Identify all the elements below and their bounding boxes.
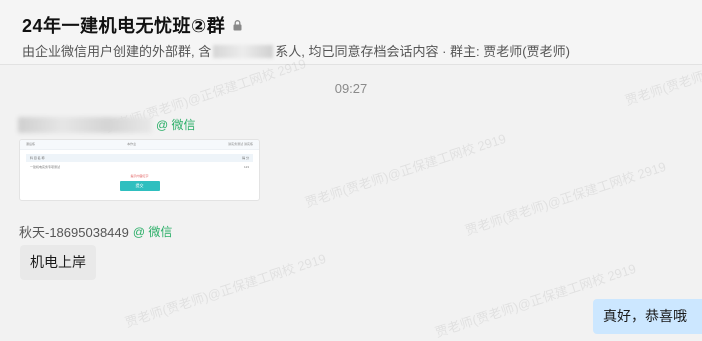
incoming-message-bubble[interactable]: 机电上岸	[20, 245, 96, 280]
card-row-score: 123	[243, 165, 249, 169]
message-timestamp: 09:27	[334, 81, 368, 96]
chat-header: 24年一建机电无忧班②群 由企业微信用户创建的外部群, 含 系人, 均已同意存档会…	[0, 0, 702, 65]
image-message[interactable]: 课后练 本作业 讲实务测试 讲实练 科 目 名 称 得 分 一建机电实务专项测试…	[19, 139, 260, 201]
card-head-left: 课后练	[26, 142, 36, 146]
wechat-tag: @ 微信	[132, 225, 173, 239]
message-sender: 秋天-18695038449 @ 微信	[19, 222, 172, 241]
watermark: 贾老师(贾老师)@正保建工网校 2919	[463, 158, 668, 239]
group-owner[interactable]: · 群主: 贾老师(贾老师)	[442, 44, 570, 59]
lock-icon	[233, 19, 242, 31]
outgoing-message-bubble[interactable]: 真好，恭喜哦	[593, 299, 702, 334]
title-row: 24年一建机电无忧班②群	[22, 12, 242, 38]
wechat-tag: @ 微信	[156, 118, 196, 132]
group-title[interactable]: 24年一建机电无忧班②群	[22, 12, 225, 38]
redacted-sender-name	[18, 116, 152, 133]
watermark: 贾老师(贾老师)@正保建工网校 2919	[303, 130, 508, 211]
card-head-right: 讲实务测试 讲实练	[228, 142, 253, 146]
card-submit-button: 提交	[119, 181, 160, 191]
message-sender: @ 微信	[18, 116, 196, 133]
card-row-subject: 一建机电实务专项测试	[30, 165, 61, 169]
subtitle-text-post: 系人, 均已同意存档会话内容	[275, 44, 439, 59]
card-note: 提示内容红字	[130, 174, 149, 178]
group-subtitle: 由企业微信用户创建的外部群, 含 系人, 均已同意存档会话内容 · 群主: 贾老师…	[22, 41, 570, 60]
card-col-subject: 科 目 名 称	[30, 156, 45, 160]
card-col-score: 得 分	[242, 156, 249, 160]
redacted-text	[213, 45, 274, 58]
card-table-header: 科 目 名 称 得 分	[26, 154, 253, 162]
card-header: 课后练 本作业 讲实务测试 讲实练	[20, 140, 259, 150]
card-table-row: 一建机电实务专项测试 123	[26, 164, 253, 170]
sender-name[interactable]: 秋天-18695038449	[19, 222, 129, 241]
subtitle-text-pre: 由企业微信用户创建的外部群, 含	[22, 44, 212, 59]
card-head-mid: 本作业	[127, 142, 137, 146]
watermark: 贾老师(贾老师)@正保建工网校 2919	[123, 250, 328, 331]
